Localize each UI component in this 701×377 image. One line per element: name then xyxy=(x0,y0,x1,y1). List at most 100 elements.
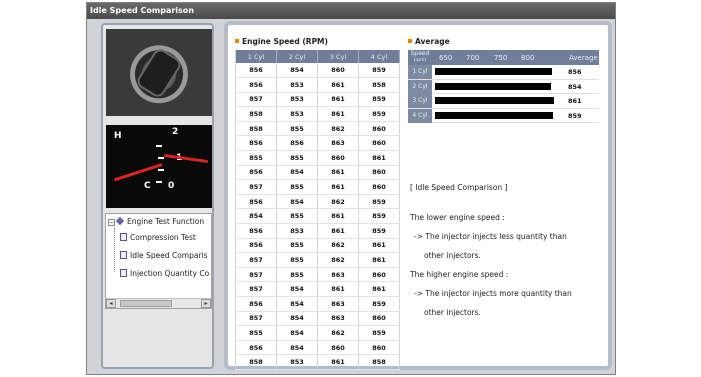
rpm-cell: 861 xyxy=(317,223,359,239)
column-header: 4 Cyl xyxy=(358,50,400,63)
average-value: 854 xyxy=(568,82,582,91)
scroll-thumb[interactable] xyxy=(120,300,172,307)
temperature-needle xyxy=(113,163,163,182)
rpm-cell: 854 xyxy=(235,208,277,225)
rpm-cell: 861 xyxy=(317,354,359,370)
table-row: 856 855 862 861 xyxy=(235,238,400,254)
rpm-cell: 861 xyxy=(317,208,359,225)
rpm-cell: 859 xyxy=(358,92,400,108)
table-row: 858 855 862 860 xyxy=(235,121,400,137)
rpm-cell: 861 xyxy=(358,150,400,166)
rpm-cell: 854 xyxy=(276,63,318,79)
rpm-cell: 860 xyxy=(317,340,359,356)
tree-item-compression-test[interactable]: Compression Test xyxy=(120,232,196,244)
column-header: 2 Cyl xyxy=(276,50,318,63)
rpm-cell: 854 xyxy=(276,325,318,341)
average-row: 4 Cyl 859 xyxy=(408,108,599,123)
tree-item-idle-speed-comparison[interactable]: Idle Speed Comparis xyxy=(120,250,208,262)
lower-speed-title: The lower engine speed : xyxy=(410,213,505,222)
rpm-cell: 858 xyxy=(235,354,277,370)
rpm-cell: 860 xyxy=(358,135,400,152)
rpm-cell: 860 xyxy=(358,179,400,195)
average-row: 3 Cyl 861 xyxy=(408,94,599,109)
rpm-cell: 857 xyxy=(235,267,277,283)
rpm-cell: 856 xyxy=(235,165,277,181)
function-tree[interactable]: − Engine Test Function Compression Test I… xyxy=(105,213,212,309)
table-row: 856 853 861 858 xyxy=(235,77,400,93)
rpm-cell: 856 xyxy=(235,77,277,93)
rpm-cell: 855 xyxy=(276,252,318,268)
lower-speed-line1: -> The injector injects less quantity th… xyxy=(414,232,567,241)
rpm-cell: 854 xyxy=(276,311,318,327)
document-icon xyxy=(120,233,127,241)
table-row: 857 853 861 859 xyxy=(235,92,400,108)
rpm-cell: 856 xyxy=(235,223,277,239)
rpm-cell: 853 xyxy=(276,354,318,370)
scroll-left-icon[interactable]: ◂ xyxy=(106,299,116,308)
collapse-icon[interactable]: − xyxy=(108,219,115,226)
rpm-cell: 854 xyxy=(276,194,318,210)
scroll-right-icon[interactable]: ▸ xyxy=(201,299,211,308)
higher-speed-line2: other injectors. xyxy=(424,308,481,317)
rpm-cell: 855 xyxy=(276,150,318,166)
document-icon xyxy=(120,251,127,259)
average-header: Speed (rpm) 650 700 750 800 Average xyxy=(408,50,599,65)
rpm-cell: 860 xyxy=(317,150,359,166)
rpm-section-title: Engine Speed (RPM) xyxy=(235,37,328,46)
average-bar xyxy=(435,82,551,90)
tree-root[interactable]: − Engine Test Function xyxy=(108,216,204,228)
rpm-needle xyxy=(164,153,208,164)
rpm-cell: 862 xyxy=(317,121,359,137)
rpm-cell: 856 xyxy=(276,135,318,152)
horizontal-scrollbar[interactable]: ◂ ▸ xyxy=(106,298,211,308)
rpm-cell: 856 xyxy=(235,63,277,79)
cylinder-label: 1 Cyl xyxy=(408,65,432,79)
rpm-cell: 863 xyxy=(317,311,359,327)
rpm-cell: 862 xyxy=(317,194,359,210)
rpm-cell: 853 xyxy=(276,92,318,108)
rpm-cell: 855 xyxy=(276,267,318,283)
rpm-cell: 854 xyxy=(276,296,318,312)
average-row: 1 Cyl 856 xyxy=(408,65,599,80)
scale-tick: 750 xyxy=(494,54,508,62)
rpm-cell: 859 xyxy=(358,325,400,341)
table-row: 856 854 862 859 xyxy=(235,194,400,210)
rpm-cell: 856 xyxy=(235,238,277,254)
rpm-cell: 861 xyxy=(317,179,359,195)
table-row: 857 854 861 861 xyxy=(235,281,400,297)
table-row: 857 855 862 861 xyxy=(235,252,400,268)
rpm-cell: 863 xyxy=(317,135,359,152)
ignition-key-icon xyxy=(134,46,184,100)
rpm-cell: 861 xyxy=(317,281,359,297)
results-panel: Engine Speed (RPM) 1 Cyl 2 Cyl 3 Cyl 4 Cyl … xyxy=(224,21,612,370)
rpm-cell: 862 xyxy=(317,252,359,268)
rpm-cell: 855 xyxy=(276,208,318,225)
rpm-cell: 859 xyxy=(358,106,400,122)
table-row: 856 853 861 859 xyxy=(235,223,400,239)
average-value: 859 xyxy=(568,111,582,120)
rpm-cell: 858 xyxy=(358,77,400,93)
rpm-cell: 857 xyxy=(235,92,277,108)
rpm-cell: 858 xyxy=(235,106,277,122)
rpm-cell: 861 xyxy=(358,252,400,268)
table-row: 858 853 861 859 xyxy=(235,106,400,122)
rpm-cell: 858 xyxy=(235,121,277,137)
cylinder-label: 4 Cyl xyxy=(408,108,432,123)
table-row: 858 853 861 858 xyxy=(235,354,400,370)
table-row: 857 854 863 860 xyxy=(235,311,400,327)
rpm-cell: 860 xyxy=(358,267,400,283)
rpm-cell: 855 xyxy=(235,325,277,341)
lower-speed-line2: other injectors. xyxy=(424,251,481,260)
table-row: 856 856 863 860 xyxy=(235,135,400,152)
tree-item-injection-quantity[interactable]: Injection Quantity Co xyxy=(120,268,209,280)
cylinder-label: 2 Cyl xyxy=(408,79,432,94)
table-row: 854 855 861 859 xyxy=(235,208,400,225)
rpm-cell: 855 xyxy=(276,121,318,137)
average-bar xyxy=(435,97,555,104)
window-title: Idle Speed Comparison xyxy=(87,3,615,19)
scale-tick: 650 xyxy=(439,54,453,62)
table-row: 857 855 863 860 xyxy=(235,267,400,283)
table-row: 856 854 860 859 xyxy=(235,63,400,79)
rpm-cell: 862 xyxy=(317,238,359,254)
rpm-cell: 855 xyxy=(235,150,277,166)
